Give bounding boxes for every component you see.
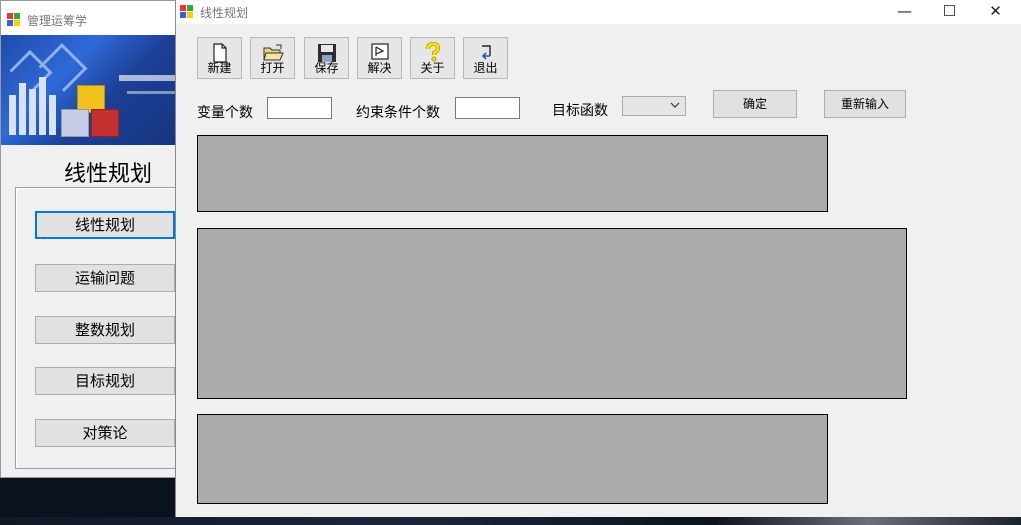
constraint-count-input[interactable] <box>455 97 520 119</box>
open-button[interactable]: 打开 <box>250 37 295 79</box>
open-button-label: 打开 <box>260 61 285 75</box>
menu-button-game-theory[interactable]: 对策论 <box>35 419 175 447</box>
coefficient-panel-top[interactable] <box>197 135 828 212</box>
menu-button-linear-programming[interactable]: 线性规划 <box>35 211 175 239</box>
main-window-title: 线性规划 <box>200 6 249 20</box>
about-button[interactable]: 关于 <box>410 37 455 79</box>
confirm-button[interactable]: 确定 <box>713 90 797 118</box>
background-window[interactable]: 管理运筹学 线性规划 线性规划 运输问题 整数规划 目标规划 对策论 <box>0 0 217 478</box>
objective-function-dropdown[interactable] <box>622 96 686 116</box>
solve-button[interactable]: 解决 <box>357 37 402 79</box>
save-button-label: 保存 <box>314 61 339 75</box>
new-button[interactable]: 新建 <box>197 37 242 79</box>
exit-button-label: 退出 <box>473 61 498 75</box>
background-window-title: 管理运筹学 <box>27 14 88 28</box>
objective-function-label: 目标函数 <box>552 103 608 119</box>
result-panel[interactable] <box>197 414 828 504</box>
minimize-button[interactable]: — <box>882 0 927 24</box>
chevron-down-icon <box>670 102 680 108</box>
constraint-count-label: 约束条件个数 <box>356 105 440 121</box>
reset-input-button[interactable]: 重新输入 <box>824 90 906 118</box>
constraint-panel[interactable] <box>197 228 907 399</box>
about-button-label: 关于 <box>420 61 445 75</box>
menu-button-transportation[interactable]: 运输问题 <box>35 264 175 292</box>
menu-button-goal-programming[interactable]: 目标规划 <box>35 367 175 395</box>
app-icon <box>180 5 194 19</box>
background-window-titlebar[interactable]: 管理运筹学 <box>1 1 177 35</box>
close-button[interactable]: ✕ <box>973 0 1018 24</box>
desktop-background <box>0 517 1021 525</box>
app-icon <box>7 13 21 27</box>
main-window[interactable]: 线性规划 — ☐ ✕ 新建 打开 保存 解决 关于 退出 变量个数 约束条件个数… <box>175 0 1021 517</box>
new-button-label: 新建 <box>207 61 232 75</box>
solve-button-label: 解决 <box>367 61 392 75</box>
exit-button[interactable]: 退出 <box>463 37 508 79</box>
save-button[interactable]: 保存 <box>304 37 349 79</box>
main-window-titlebar[interactable]: 线性规划 — ☐ ✕ <box>176 0 1021 24</box>
variable-count-input[interactable] <box>267 97 332 119</box>
variable-count-label: 变量个数 <box>197 105 253 121</box>
maximize-button[interactable]: ☐ <box>927 0 972 24</box>
menu-button-integer-programming[interactable]: 整数规划 <box>35 316 175 344</box>
banner-image <box>1 35 177 145</box>
